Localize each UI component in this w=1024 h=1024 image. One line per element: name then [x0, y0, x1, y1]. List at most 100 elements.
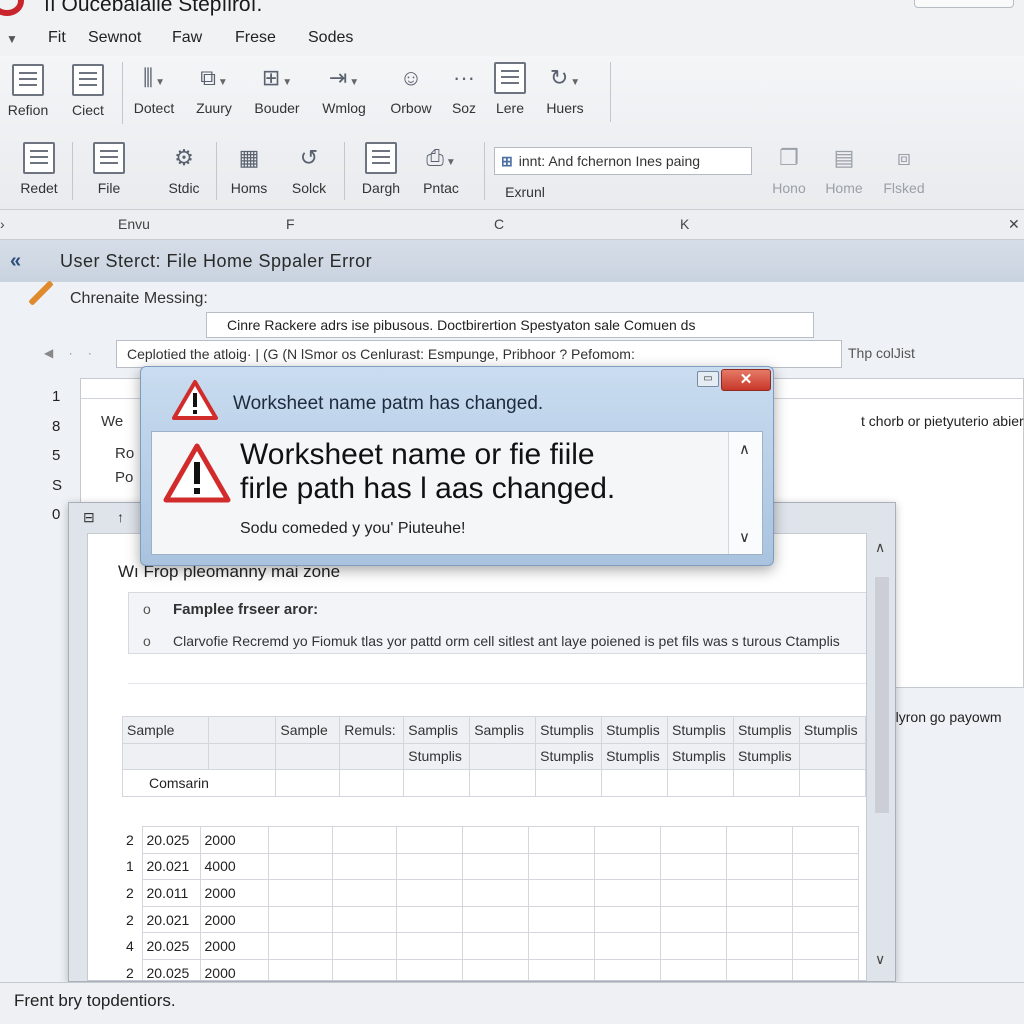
table-cell[interactable] — [593, 879, 661, 907]
flsked-button[interactable]: ⧈ Flsked — [876, 142, 932, 196]
table-cell[interactable]: 2 — [122, 959, 142, 980]
table-cell[interactable] — [659, 826, 727, 854]
table-cell[interactable] — [593, 852, 661, 881]
table-cell[interactable] — [331, 932, 397, 960]
pntac-button[interactable]: ⎙ ▼ Pntac — [416, 142, 466, 196]
table-cell[interactable]: 4 — [122, 933, 142, 960]
table-cell[interactable] — [791, 932, 859, 960]
table-cell[interactable] — [461, 852, 529, 881]
table-cell[interactable] — [798, 769, 866, 797]
table-cell[interactable] — [601, 769, 669, 797]
bouder-button[interactable]: ⊞ ▼ Bouder — [248, 62, 306, 116]
nav-arrows-icon[interactable]: ◀ · · — [44, 346, 98, 360]
table-cell[interactable] — [527, 826, 595, 854]
table-cell[interactable] — [339, 769, 405, 797]
table-cell[interactable] — [659, 905, 727, 934]
homs-button[interactable]: ▦ Homs — [224, 142, 274, 196]
table-cell[interactable] — [593, 905, 661, 934]
table-cell[interactable] — [791, 826, 859, 854]
quick-access-chevron-icon[interactable]: ▼ — [6, 32, 18, 46]
inner-scrollbar[interactable]: ∧ ∨ — [871, 533, 893, 979]
table-cell[interactable] — [395, 932, 463, 960]
table-cell[interactable] — [725, 932, 793, 960]
table-cell[interactable]: 2 — [122, 906, 142, 933]
scroll-down-icon[interactable]: ∨ — [875, 951, 885, 968]
table-cell[interactable] — [267, 932, 333, 960]
table-cell[interactable] — [331, 852, 397, 881]
table-cell[interactable] — [267, 879, 333, 907]
scroll-thumb[interactable] — [875, 577, 889, 813]
minimize-button[interactable]: ▭ — [697, 371, 719, 387]
table-cell[interactable] — [403, 769, 471, 797]
table-cell[interactable] — [659, 958, 727, 980]
menu-item-frese[interactable]: Frese — [235, 29, 276, 47]
left-chevron-icon[interactable]: › — [0, 216, 5, 232]
menu-item-sewnot[interactable]: Sewnot — [88, 29, 141, 47]
table-cell[interactable] — [527, 852, 595, 881]
soz-button[interactable]: ··· Soz — [444, 62, 484, 116]
home-button[interactable]: ▤ Home — [820, 142, 868, 196]
table-cell[interactable] — [527, 932, 595, 960]
dargh-button[interactable]: Dargh — [352, 142, 410, 196]
radio-icon[interactable]: o — [143, 601, 151, 617]
scroll-up-icon[interactable]: ∧ — [739, 440, 750, 458]
table-cell[interactable]: 2 — [122, 827, 142, 854]
table-cell[interactable] — [725, 879, 793, 907]
table-cell[interactable] — [667, 769, 734, 797]
table-cell[interactable]: 20.011 — [141, 879, 201, 907]
table-cell[interactable] — [593, 958, 661, 980]
scroll-down-icon[interactable]: ∨ — [739, 528, 750, 546]
message-box[interactable]: Cinre Rackere adrs ise pibusous. Doctbir… — [206, 312, 814, 338]
table-cell[interactable] — [791, 958, 859, 980]
ciect-button[interactable]: Ciect — [62, 64, 114, 118]
table-cell[interactable]: 1 — [122, 853, 142, 880]
table-cell[interactable]: 2000 — [199, 932, 269, 960]
table-cell[interactable]: 4000 — [199, 852, 269, 881]
menu-item-fit[interactable]: Fit — [48, 29, 66, 47]
table-cell[interactable] — [527, 905, 595, 934]
lere-button[interactable]: Lere — [490, 62, 530, 116]
table-cell[interactable] — [791, 879, 859, 907]
scroll-up-icon[interactable]: ∧ — [875, 539, 885, 556]
table-cell[interactable]: Comsarin — [121, 769, 277, 797]
redet-button[interactable]: Redet — [14, 142, 64, 196]
table-cell[interactable]: 2000 — [199, 905, 269, 934]
close-button[interactable]: ✕ — [721, 369, 771, 391]
close-icon[interactable]: ✕ — [1008, 216, 1020, 233]
table-cell[interactable] — [461, 905, 529, 934]
table-cell[interactable] — [469, 769, 537, 797]
table-cell[interactable]: 2000 — [199, 958, 269, 980]
table-cell[interactable] — [725, 905, 793, 934]
solck-button[interactable]: ↺ Solck — [284, 142, 334, 196]
zuury-button[interactable]: ⧉ ▼ Zuury — [188, 62, 240, 116]
table-cell[interactable] — [395, 879, 463, 907]
table-cell[interactable] — [461, 958, 529, 980]
table-cell[interactable] — [725, 826, 793, 854]
table-cell[interactable] — [395, 958, 463, 980]
orbow-button[interactable]: ☺ Orbow — [384, 62, 438, 116]
table-cell[interactable] — [331, 905, 397, 934]
table-cell[interactable] — [659, 879, 727, 907]
stdic-button[interactable]: ⚙ Stdic — [158, 142, 210, 196]
table-cell[interactable] — [267, 905, 333, 934]
table-cell[interactable] — [791, 852, 859, 881]
table-cell[interactable]: 2000 — [199, 826, 269, 854]
back-arrow-icon[interactable]: « — [10, 250, 21, 273]
dialog-scrollbar[interactable]: ∧ ∨ — [728, 432, 762, 554]
menu-item-sodes[interactable]: Sodes — [308, 29, 353, 47]
huers-button[interactable]: ↻ ▼ Huers — [538, 62, 592, 116]
table-cell[interactable] — [791, 905, 859, 934]
window-controls[interactable] — [914, 0, 1014, 8]
table-cell[interactable] — [461, 932, 529, 960]
table-cell[interactable]: 20.025 — [141, 826, 201, 854]
refion-button[interactable]: Refion — [2, 64, 54, 118]
table-cell[interactable] — [461, 826, 529, 854]
hono-button[interactable]: ❐ Hono — [766, 142, 812, 196]
table-cell[interactable] — [267, 852, 333, 881]
table-cell[interactable] — [267, 958, 333, 980]
table-cell[interactable]: 20.021 — [141, 905, 201, 934]
criteria-field[interactable]: Ceplotied the atloig· | (G (N lSmor os C… — [116, 340, 842, 368]
table-cell[interactable] — [331, 958, 397, 980]
collapse-icon[interactable]: ⊟ — [83, 509, 95, 526]
table-cell[interactable] — [395, 852, 463, 881]
